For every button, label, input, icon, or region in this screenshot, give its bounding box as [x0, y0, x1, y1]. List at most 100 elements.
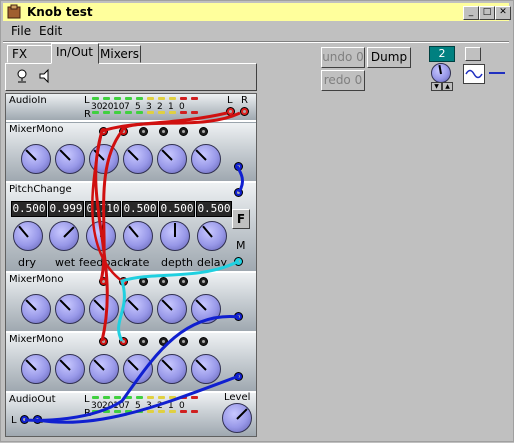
module-pitchchange-name: PitchChange — [9, 184, 72, 195]
increment-arrow-icon[interactable]: ▲ — [442, 82, 453, 91]
mixer-2-input-jack-2[interactable] — [119, 277, 128, 286]
mixer-3-knob-2[interactable] — [55, 354, 85, 384]
pitch-knob-1[interactable] — [13, 221, 43, 251]
toolbar-knob[interactable] — [431, 63, 451, 83]
redo-button[interactable]: redo 0 — [321, 70, 365, 91]
mixer-3-knob-6[interactable] — [191, 354, 221, 384]
sine-wave-button[interactable] — [463, 64, 485, 84]
mixer-2-knob-2[interactable] — [55, 294, 85, 324]
audioin-l-jack[interactable] — [226, 107, 235, 116]
mixer-2-knob-4[interactable] — [123, 294, 153, 324]
pitch-knob-3[interactable] — [86, 221, 116, 251]
tab-panel — [5, 63, 257, 91]
out-meter-r-label: R — [84, 408, 91, 419]
mixer-1-knob-1[interactable] — [21, 144, 51, 174]
vu-tick-label: 0 — [179, 102, 185, 112]
pitch-output-jack[interactable] — [234, 257, 243, 266]
lcd-depth[interactable]: 0.500 — [159, 201, 195, 217]
close-button[interactable]: ✕ — [495, 6, 511, 20]
tab-inout[interactable]: In/Out — [51, 43, 99, 64]
undo-button[interactable]: undo 0 — [321, 47, 365, 68]
audioout-led — [114, 396, 121, 399]
lcd-dry[interactable]: 0.500 — [11, 201, 47, 217]
mixer-3-input-jack-2[interactable] — [119, 337, 128, 346]
f-button[interactable]: F — [232, 209, 250, 229]
menu-file[interactable]: File — [11, 24, 31, 38]
maximize-button[interactable]: □ — [479, 6, 495, 20]
audioout-led — [191, 410, 198, 413]
vu-tick-label: 30 — [91, 102, 103, 112]
voice-counter[interactable]: 2 — [429, 46, 455, 62]
dump-button[interactable]: Dump — [367, 47, 411, 68]
mixer-3-output-jack[interactable] — [234, 372, 243, 381]
window-title: Knob test — [27, 5, 93, 19]
mixer-1-knob-4[interactable] — [123, 144, 153, 174]
mixer-2-knob-3[interactable] — [89, 294, 119, 324]
mixer-2-input-jack-1[interactable] — [99, 277, 108, 286]
pitch-knob-5[interactable] — [160, 221, 190, 251]
tab-mixers[interactable]: Mixers — [95, 45, 141, 63]
vu-tick-label: 7 — [124, 102, 130, 112]
app-icon — [7, 4, 21, 19]
mixer-3-input-jack-1[interactable] — [99, 337, 108, 346]
lcd-rate[interactable]: 0.500 — [122, 201, 158, 217]
speaker-icon[interactable] — [38, 68, 52, 84]
pitch-knob-4[interactable] — [123, 221, 153, 251]
mixer-1-input-jack-3[interactable] — [139, 127, 148, 136]
mixer-2-input-jack-4[interactable] — [159, 277, 168, 286]
audioout-r-jack[interactable] — [33, 415, 42, 424]
mixer-1-knob-5[interactable] — [157, 144, 187, 174]
mixer-1-knob-6[interactable] — [191, 144, 221, 174]
label-depth: depth — [161, 256, 194, 269]
vu-tick-label: 20 — [102, 102, 114, 112]
vu-tick-label: 5 — [135, 102, 141, 112]
mixer-1-knob-2[interactable] — [55, 144, 85, 174]
tab-fx[interactable]: FX — [7, 45, 53, 63]
menu-edit[interactable]: Edit — [39, 24, 62, 38]
audioin-r-jack[interactable] — [240, 107, 249, 116]
mixer-3-input-jack-6[interactable] — [199, 337, 208, 346]
audioout-l-jack[interactable] — [20, 415, 29, 424]
level-label: Level — [224, 392, 251, 403]
mixer-1-input-jack-4[interactable] — [159, 127, 168, 136]
mixer-3-knob-4[interactable] — [123, 354, 153, 384]
audioin-led — [92, 97, 99, 100]
level-knob[interactable] — [222, 403, 252, 433]
mixer-3-knob-1[interactable] — [21, 354, 51, 384]
lcd-wet[interactable]: 0.999 — [48, 201, 84, 217]
mixer-1-output-jack[interactable] — [234, 162, 243, 171]
lcd-delay[interactable]: 0.500 — [196, 201, 232, 217]
mixer-2-input-jack-6[interactable] — [199, 277, 208, 286]
mixer-2-input-jack-5[interactable] — [179, 277, 188, 286]
mixer-2-input-jack-3[interactable] — [139, 277, 148, 286]
mixer-3-knob-3[interactable] — [89, 354, 119, 384]
pitch-knob-2[interactable] — [49, 221, 79, 251]
mixer-3-input-jack-4[interactable] — [159, 337, 168, 346]
square-toggle-button[interactable] — [465, 47, 481, 61]
label-feedback: feedback — [79, 256, 130, 269]
mixer-3-knob-5[interactable] — [157, 354, 187, 384]
mixer-1-input-jack-2[interactable] — [119, 127, 128, 136]
pitch-knob-6[interactable] — [197, 221, 227, 251]
audioout-led — [191, 396, 198, 399]
pitch-input-jack[interactable] — [234, 188, 243, 197]
mixer-2-knob-6[interactable] — [191, 294, 221, 324]
module-audioout[interactable]: AudioOut L R Level L R — [6, 392, 256, 436]
mixer-1-input-jack-1[interactable] — [99, 127, 108, 136]
vu-tick-label: 1 — [168, 401, 174, 411]
lcd-feedback[interactable]: 0.710 — [85, 201, 121, 217]
mixer-1-knob-3[interactable] — [89, 144, 119, 174]
vu-tick-label: 5 — [135, 401, 141, 411]
mixer-2-output-jack[interactable] — [234, 312, 243, 321]
audioout-led — [125, 396, 132, 399]
mixer-2-knob-1[interactable] — [21, 294, 51, 324]
microphone-icon[interactable] — [14, 68, 30, 84]
mixer-2-knob-5[interactable] — [157, 294, 187, 324]
mixer-1-input-jack-6[interactable] — [199, 127, 208, 136]
decrement-arrow-icon[interactable]: ▼ — [431, 82, 442, 91]
line-indicator — [489, 72, 505, 74]
minimize-button[interactable]: _ — [463, 6, 479, 20]
mixer-1-input-jack-5[interactable] — [179, 127, 188, 136]
mixer-3-input-jack-5[interactable] — [179, 337, 188, 346]
mixer-3-input-jack-3[interactable] — [139, 337, 148, 346]
